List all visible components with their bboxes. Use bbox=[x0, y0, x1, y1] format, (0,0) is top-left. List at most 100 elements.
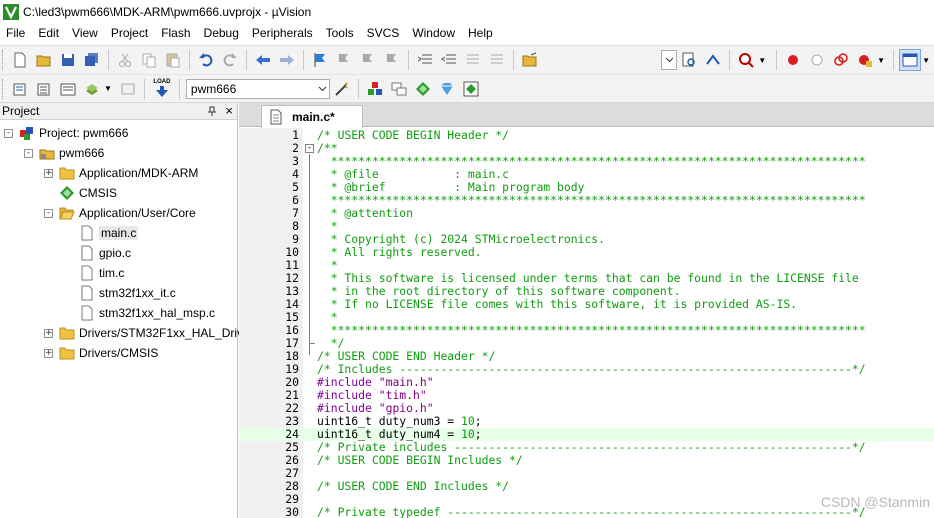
target-options-button[interactable] bbox=[331, 78, 353, 100]
kill-breakpoints-button[interactable] bbox=[854, 49, 876, 71]
save-all-button[interactable] bbox=[81, 49, 103, 71]
tab-main-c[interactable]: main.c* bbox=[261, 105, 363, 128]
bookmark-button[interactable] bbox=[309, 49, 331, 71]
toolbar-grip[interactable] bbox=[2, 78, 5, 99]
select-packs-button[interactable] bbox=[436, 78, 458, 100]
breakpoint-empty-icon bbox=[811, 54, 823, 66]
expand-toggle[interactable]: + bbox=[44, 168, 53, 178]
menu-tools[interactable]: Tools bbox=[320, 23, 361, 44]
download-button[interactable]: LOAD bbox=[150, 78, 174, 100]
tree-item[interactable]: tim.c bbox=[64, 263, 124, 283]
line-number: 1 bbox=[292, 128, 299, 142]
open-file-button[interactable] bbox=[33, 49, 55, 71]
tree-item[interactable]: stm32f1xx_hal_msp.c bbox=[64, 303, 215, 323]
code-line[interactable]: 10 * All rights reserved. bbox=[239, 246, 934, 259]
pin-icon[interactable] bbox=[207, 106, 217, 116]
tree-item[interactable]: main.c bbox=[64, 223, 139, 243]
tree-item[interactable]: + Drivers/STM32F1xx_HAL_Driv bbox=[44, 323, 243, 343]
uncomment-button[interactable] bbox=[486, 49, 508, 71]
prev-bookmark-button[interactable] bbox=[333, 49, 355, 71]
next-bookmark-button[interactable] bbox=[357, 49, 379, 71]
find-in-files-button[interactable] bbox=[519, 49, 541, 71]
tree-item[interactable]: stm32f1xx_it.c bbox=[64, 283, 176, 303]
tree-item[interactable]: - pwm666 bbox=[24, 143, 104, 163]
tree-item[interactable]: - Application/User/Core bbox=[44, 203, 196, 223]
comment-button[interactable] bbox=[462, 49, 484, 71]
nav-forward-button[interactable] bbox=[276, 49, 298, 71]
menu-svcs[interactable]: SVCS bbox=[361, 23, 407, 44]
manage-run-env-button[interactable] bbox=[460, 78, 482, 100]
tree-item[interactable]: + Application/MDK-ARM bbox=[44, 163, 198, 183]
open-folder-icon bbox=[36, 55, 51, 67]
manage-components-button[interactable] bbox=[364, 78, 386, 100]
code-token: * @attention bbox=[317, 206, 414, 220]
batch-build-button[interactable] bbox=[81, 78, 103, 100]
rebuild-button[interactable] bbox=[57, 78, 79, 100]
menu-file[interactable]: File bbox=[0, 23, 32, 44]
translate-button[interactable] bbox=[9, 78, 31, 100]
menu-edit[interactable]: Edit bbox=[32, 23, 66, 44]
indent-button[interactable] bbox=[414, 49, 436, 71]
code-token: * Copyright (c) 2024 STMicroelectronics. bbox=[317, 232, 606, 246]
toolbar-grip[interactable] bbox=[2, 50, 5, 70]
folder-icon bbox=[59, 165, 75, 181]
target-select[interactable]: pwm666 bbox=[185, 78, 330, 99]
code-line[interactable]: 7 * @attention bbox=[239, 207, 934, 220]
collapse-toggle[interactable]: - bbox=[4, 128, 13, 138]
fold-toggle[interactable]: - bbox=[305, 144, 314, 153]
clear-bookmarks-button[interactable] bbox=[381, 49, 403, 71]
editor-area: main.c* 1 /* USER CODE BEGIN Header */ 2 /*… bbox=[239, 103, 934, 518]
redo-button[interactable] bbox=[219, 49, 241, 71]
menu-window[interactable]: Window bbox=[406, 23, 462, 44]
code-line[interactable]: 1 /* USER CODE BEGIN Header */ bbox=[239, 129, 934, 142]
debug-dropdown-arrow-icon[interactable]: ▼ bbox=[758, 56, 766, 65]
stop-build-icon bbox=[121, 83, 135, 94]
code-line[interactable]: 14 * If no LICENSE file comes with this … bbox=[239, 298, 934, 311]
stop-build-button[interactable] bbox=[117, 78, 139, 100]
tree-item[interactable]: - Project: pwm666 bbox=[4, 123, 128, 143]
window-layout-button[interactable] bbox=[899, 49, 922, 71]
undo-button[interactable] bbox=[195, 49, 217, 71]
expand-toggle[interactable]: + bbox=[44, 328, 53, 338]
code-line[interactable]: 26/* USER CODE BEGIN Includes */ bbox=[239, 454, 934, 467]
build-button[interactable] bbox=[33, 78, 55, 100]
code-editor[interactable]: 1/* USER CODE BEGIN Header */2/** 3 *****… bbox=[239, 128, 934, 518]
new-file-button[interactable] bbox=[9, 49, 31, 71]
tree-item[interactable]: gpio.c bbox=[64, 243, 131, 263]
paste-button[interactable] bbox=[162, 49, 184, 71]
insert-breakpoint-button[interactable] bbox=[782, 49, 804, 71]
find-replace-button[interactable] bbox=[702, 49, 724, 71]
batch-dropdown-arrow-icon[interactable]: ▼ bbox=[104, 84, 112, 93]
menu-flash[interactable]: Flash bbox=[155, 23, 197, 44]
menu-view[interactable]: View bbox=[66, 23, 105, 44]
tree-item-label: Project: pwm666 bbox=[39, 126, 129, 140]
translate-icon bbox=[13, 83, 26, 95]
menu-debug[interactable]: Debug bbox=[198, 23, 246, 44]
layout-dropdown-arrow-icon[interactable]: ▼ bbox=[922, 56, 930, 65]
find-dropdown[interactable] bbox=[661, 50, 678, 70]
copy-button[interactable] bbox=[138, 49, 160, 71]
collapse-toggle[interactable]: - bbox=[44, 208, 53, 218]
debug-start-button[interactable] bbox=[735, 49, 757, 71]
unindent-button[interactable] bbox=[438, 49, 460, 71]
code-token: uint16_t duty_num4 = bbox=[317, 427, 462, 441]
expand-toggle[interactable]: + bbox=[44, 348, 53, 358]
pack-installer-button[interactable] bbox=[412, 78, 434, 100]
breakpoint-dropdown-arrow-icon[interactable]: ▼ bbox=[877, 56, 885, 65]
build-toolbar: ▼ LOAD pwm666 bbox=[0, 74, 934, 103]
collapse-toggle[interactable]: - bbox=[24, 148, 33, 158]
save-button[interactable] bbox=[57, 49, 79, 71]
file-extensions-button[interactable] bbox=[388, 78, 410, 100]
menu-project[interactable]: Project bbox=[105, 23, 155, 44]
incremental-find-button[interactable] bbox=[678, 49, 700, 71]
tree-item[interactable]: + Drivers/CMSIS bbox=[44, 343, 158, 363]
enable-breakpoint-button[interactable] bbox=[806, 49, 828, 71]
nav-back-button[interactable] bbox=[252, 49, 274, 71]
menu-help[interactable]: Help bbox=[462, 23, 500, 44]
disable-breakpoints-button[interactable] bbox=[830, 49, 852, 71]
close-panel-button[interactable]: × bbox=[225, 104, 233, 117]
menu-peripherals[interactable]: Peripherals bbox=[246, 23, 320, 44]
code-line[interactable]: 28/* USER CODE END Includes */ bbox=[239, 480, 934, 493]
tree-item[interactable]: CMSIS bbox=[44, 183, 117, 203]
cut-button[interactable] bbox=[114, 49, 136, 71]
